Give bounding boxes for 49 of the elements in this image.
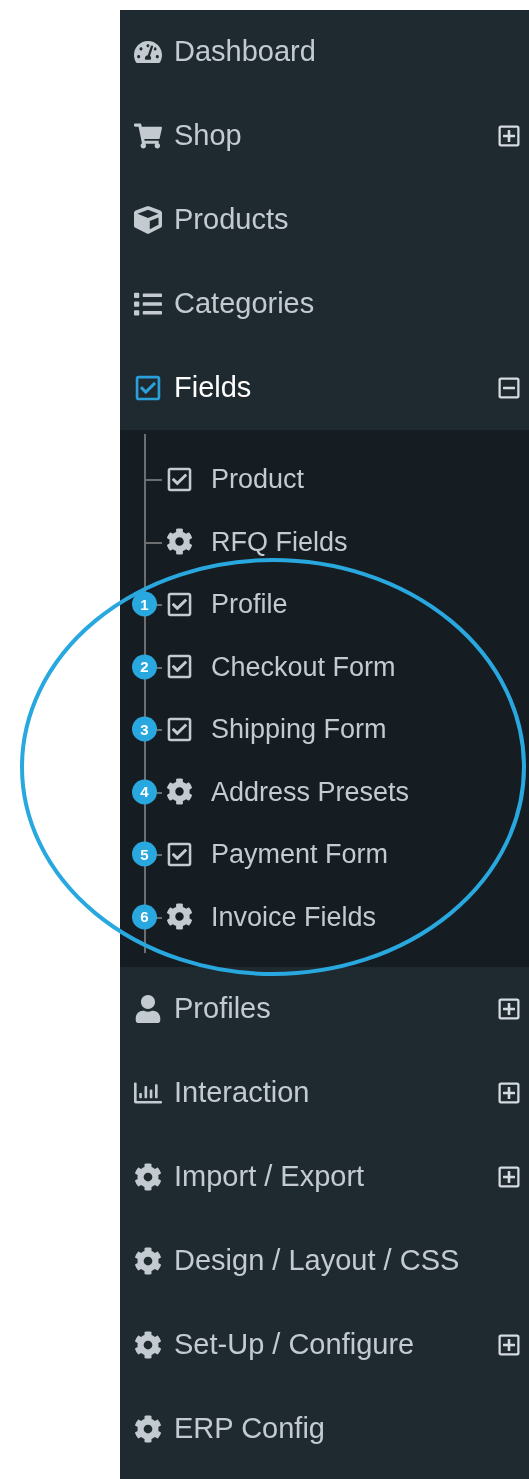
checkbox-icon: [166, 590, 193, 618]
checkbox-icon: [166, 715, 193, 743]
submenu-item[interactable]: Invoice Fields: [166, 896, 377, 937]
menu-item[interactable]: Shop: [134, 114, 242, 158]
checkbox-icon: [166, 840, 193, 868]
menu-item[interactable]: Profiles: [134, 987, 271, 1031]
menu-item[interactable]: ERP Config: [134, 1407, 325, 1451]
submenu-item[interactable]: Payment Form: [166, 834, 389, 875]
checkbox-icon: [134, 374, 162, 402]
number-badge: 3: [132, 716, 157, 742]
cube-icon: [134, 206, 162, 234]
submenu-item[interactable]: Address Presets: [166, 771, 410, 812]
expand-icon[interactable]: [497, 997, 521, 1021]
settings-icon: [166, 778, 193, 806]
checkbox-icon: [166, 653, 193, 681]
gauge-icon: [134, 38, 162, 66]
user-icon: [134, 995, 162, 1023]
menu-item[interactable]: Set-Up / Configure: [134, 1323, 415, 1367]
expand-icon[interactable]: [497, 124, 521, 148]
expand-icon[interactable]: [497, 1165, 521, 1189]
checkbox-icon: [166, 465, 193, 493]
expand-icon[interactable]: [497, 1333, 521, 1357]
expand-icon[interactable]: [497, 1081, 521, 1105]
submenu-item[interactable]: RFQ Fields: [166, 521, 348, 562]
submenu-item[interactable]: Product: [166, 459, 305, 500]
submenu-item[interactable]: Profile: [166, 584, 288, 625]
settings-icon: [166, 903, 193, 931]
settings-icon: [134, 1415, 162, 1443]
number-badge: 6: [132, 904, 157, 930]
settings-icon: [134, 1331, 162, 1359]
submenu-item[interactable]: Shipping Form: [166, 709, 387, 750]
list-icon: [134, 290, 162, 318]
settings-icon: [134, 1247, 162, 1275]
number-badge: 4: [132, 779, 157, 805]
settings-icon: [134, 1163, 162, 1191]
settings-icon: [166, 528, 193, 556]
menu-item[interactable]: Categories: [134, 282, 315, 326]
cart-icon: [134, 122, 162, 150]
menu-item[interactable]: Interaction: [134, 1071, 310, 1115]
number-badge: 5: [132, 841, 157, 867]
submenu-item[interactable]: Checkout Form: [166, 646, 396, 687]
number-badge: 2: [132, 654, 157, 680]
collapse-icon[interactable]: [497, 376, 521, 400]
menu-item[interactable]: Design / Layout / CSS: [134, 1239, 460, 1283]
menu-item[interactable]: Dashboard: [134, 30, 316, 74]
menu-item[interactable]: Import / Export: [134, 1155, 365, 1199]
number-badge: 1: [132, 591, 157, 617]
menu-item[interactable]: Products: [134, 198, 289, 242]
menu-item[interactable]: Fields: [134, 366, 252, 410]
